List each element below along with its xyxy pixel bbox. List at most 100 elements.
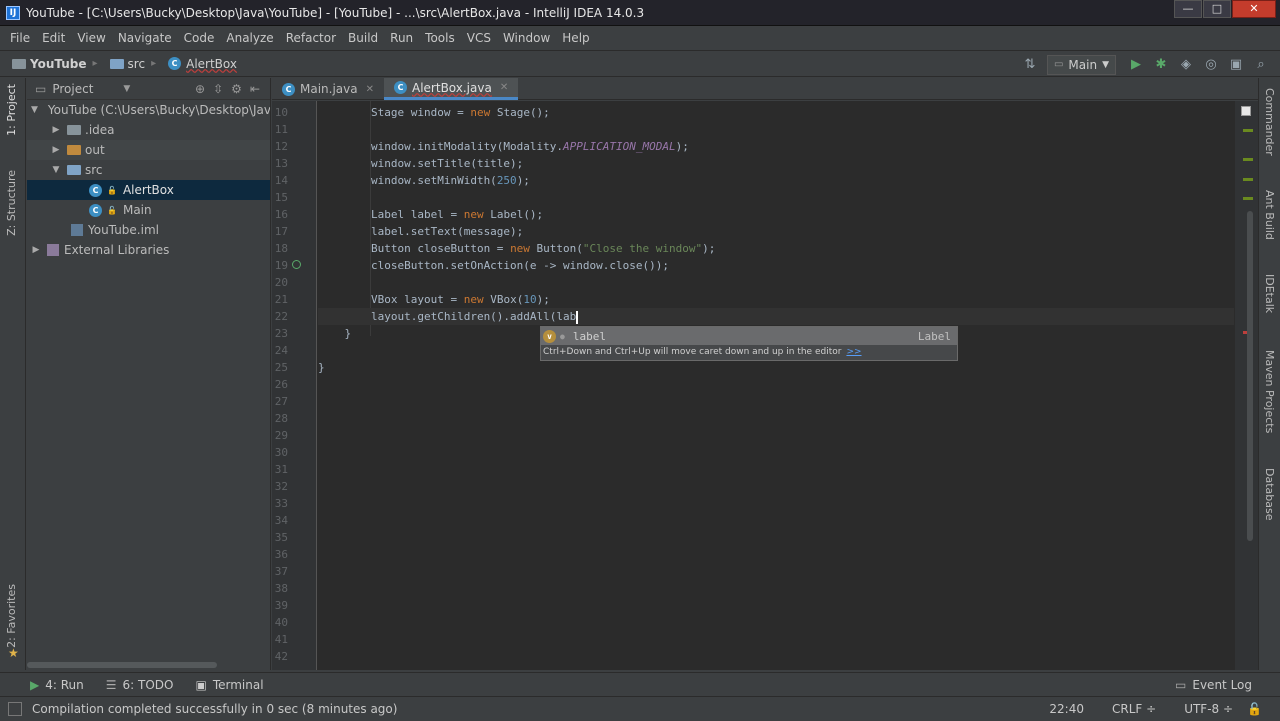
tool-terminal[interactable]: ▣ Terminal [195, 678, 263, 692]
completion-hint-link[interactable]: >> [846, 347, 861, 357]
expand-arrow-icon[interactable]: ▼ [31, 105, 38, 115]
line-number: 39 [274, 599, 288, 612]
code-line-16[interactable]: Label label = new Label(); [318, 206, 543, 223]
menu-code[interactable]: Code [178, 31, 221, 45]
tab-alertbox-java[interactable]: C AlertBox.java ✕ [384, 78, 519, 100]
tree-item-main[interactable]: C 🔓 Main [27, 200, 270, 220]
code-line-23[interactable]: } [318, 325, 351, 342]
project-structure-icon[interactable]: ▣ [1225, 55, 1247, 75]
tree-item-external-libraries[interactable]: ▶ External Libraries [27, 240, 270, 260]
line-separator[interactable]: CRLF ÷ [1098, 702, 1156, 716]
class-icon: C [89, 203, 102, 217]
stop-icon[interactable]: ◎ [1200, 55, 1222, 75]
expand-arrow-icon[interactable]: ▼ [51, 165, 61, 175]
menu-window[interactable]: Window [497, 31, 556, 45]
folder-icon [12, 58, 26, 69]
tab-structure-tool[interactable]: Z: Structure [5, 170, 18, 236]
code-line-22-current[interactable]: layout.getChildren().addAll(lab [318, 308, 1234, 325]
text-caret [576, 310, 579, 324]
gear-icon[interactable]: ⚙ [231, 82, 242, 96]
menu-help[interactable]: Help [556, 31, 595, 45]
scrollbar-thumb[interactable] [1247, 211, 1253, 541]
completion-item[interactable]: v ● label Label [541, 327, 957, 345]
close-button[interactable]: ✕ [1232, 0, 1276, 18]
collapse-icon[interactable]: ⇳ [213, 82, 223, 96]
tree-item-out[interactable]: ▶ out [27, 140, 270, 160]
warning-marker[interactable] [1243, 129, 1253, 132]
tab-commander[interactable]: Commander [1263, 88, 1276, 156]
editor-scrollbar[interactable] [1234, 101, 1258, 670]
menu-tools[interactable]: Tools [419, 31, 461, 45]
debug-icon[interactable]: ✱ [1150, 55, 1172, 75]
menu-analyze[interactable]: Analyze [220, 31, 279, 45]
menu-edit[interactable]: Edit [36, 31, 71, 45]
expand-arrow-icon[interactable]: ▶ [51, 145, 61, 155]
tab-idetalk[interactable]: IDEtalk [1263, 274, 1276, 313]
breadcrumb-folder[interactable]: src ▸ [109, 57, 163, 71]
menu-refactor[interactable]: Refactor [280, 31, 342, 45]
caret-position[interactable]: 22:40 [1049, 702, 1084, 716]
lock-status-icon[interactable]: 🔓 [1247, 702, 1262, 716]
lock-icon: ● [560, 331, 565, 341]
code-line-25[interactable]: } [318, 359, 325, 376]
menu-file[interactable]: File [4, 31, 36, 45]
hide-icon[interactable]: ⇤ [250, 82, 260, 96]
menu-build[interactable]: Build [342, 31, 384, 45]
chevron-down-icon[interactable]: ▼ [123, 84, 130, 94]
code-line-13[interactable]: window.setTitle(title); [318, 155, 523, 172]
coverage-icon[interactable]: ◈ [1175, 55, 1197, 75]
menu-navigate[interactable]: Navigate [112, 31, 178, 45]
code-line-19[interactable]: closeButton.setOnAction(e -> window.clos… [318, 257, 669, 274]
warning-marker[interactable] [1243, 158, 1253, 161]
tree-item-label: out [85, 143, 105, 157]
code-area[interactable]: Stage window = new Stage(); window.initM… [318, 101, 1234, 670]
run-configuration-select[interactable]: ▭ Main ▼ [1046, 54, 1116, 75]
project-panel-title[interactable]: Project [52, 82, 93, 96]
toggle-tool-windows-icon[interactable] [8, 701, 22, 716]
tool-event-log[interactable]: ▭ Event Log [1175, 678, 1252, 692]
line-number: 31 [274, 463, 288, 476]
menu-vcs[interactable]: VCS [461, 31, 497, 45]
close-icon[interactable]: ✕ [500, 82, 508, 93]
tree-item-youtube[interactable]: ▼ YouTube (C:\Users\Bucky\Desktop\Java [27, 100, 270, 120]
tab-database[interactable]: Database [1263, 468, 1276, 521]
code-line-18[interactable]: Button closeButton = new Button("Close t… [318, 240, 715, 257]
warning-marker[interactable] [1243, 178, 1253, 181]
tool-todo[interactable]: ☰ 6: TODO [106, 678, 174, 692]
tree-item-alertbox[interactable]: C 🔓 AlertBox [27, 180, 270, 200]
code-line-14[interactable]: window.setMinWidth(250); [318, 172, 530, 189]
breadcrumb-project[interactable]: YouTube ▸ [12, 57, 104, 71]
file-encoding[interactable]: UTF-8 ÷ [1170, 702, 1233, 716]
tab-ant-build[interactable]: Ant Build [1263, 190, 1276, 240]
code-line-12[interactable]: window.initModality(Modality.APPLICATION… [318, 138, 689, 155]
tab-favorites-tool[interactable]: 2: Favorites [5, 584, 18, 648]
menu-run[interactable]: Run [384, 31, 419, 45]
close-icon[interactable]: ✕ [366, 84, 374, 95]
tree-item-src[interactable]: ▼ src [27, 160, 270, 180]
tab-maven-projects[interactable]: Maven Projects [1263, 350, 1276, 433]
navigation-bar: YouTube ▸ src ▸ C AlertBox ⇅ ▭ Main ▼ ▶ … [0, 50, 1280, 77]
class-icon: C [282, 82, 295, 96]
project-horizontal-scrollbar[interactable] [27, 662, 217, 668]
search-icon[interactable]: ⌕ [1250, 55, 1272, 75]
expand-arrow-icon[interactable]: ▶ [31, 245, 41, 255]
tool-run[interactable]: ▶ 4: Run [30, 678, 84, 692]
run-icon[interactable]: ▶ [1125, 55, 1147, 75]
minimize-button[interactable]: — [1174, 0, 1202, 18]
tree-item-youtube-iml[interactable]: YouTube.iml [27, 220, 270, 240]
breadcrumb-file[interactable]: C AlertBox [168, 57, 237, 71]
tab-project-tool[interactable]: 1: Project [5, 84, 18, 136]
expand-arrow-icon[interactable]: ▶ [51, 125, 61, 135]
locate-icon[interactable]: ⊕ [195, 82, 205, 96]
build-icon[interactable]: ⇅ [1019, 55, 1041, 75]
code-line-17[interactable]: label.setText(message); [318, 223, 523, 240]
code-line-10[interactable]: Stage window = new Stage(); [318, 104, 550, 121]
maximize-button[interactable]: □ [1203, 0, 1231, 18]
code-line-21[interactable]: VBox layout = new VBox(10); [318, 291, 550, 308]
override-marker-icon[interactable] [292, 260, 301, 269]
tree-item-idea[interactable]: ▶ .idea [27, 120, 270, 140]
menu-view[interactable]: View [71, 31, 111, 45]
code-editor[interactable]: 10 11 12 13 14 15 16 17 18 19 20 21 22 23 24 25 26 27 28 29… [272, 101, 1234, 670]
warning-marker[interactable] [1243, 197, 1253, 200]
tab-main-java[interactable]: C Main.java ✕ [272, 78, 384, 100]
